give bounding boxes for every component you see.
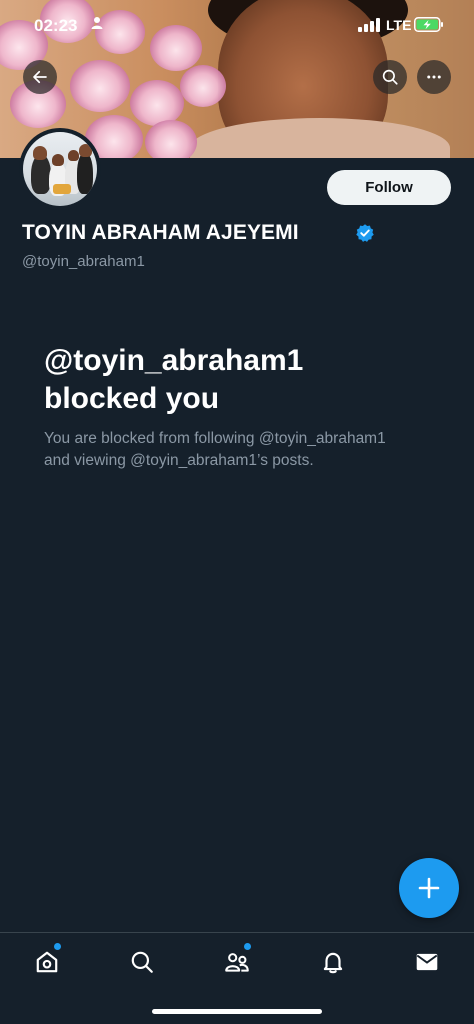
search-button[interactable] bbox=[373, 60, 407, 94]
back-button[interactable] bbox=[23, 60, 57, 94]
profile-display-name: TOYIN ABRAHAM AJEYEMI bbox=[22, 221, 299, 244]
follow-button[interactable]: Follow bbox=[327, 170, 451, 205]
mail-icon bbox=[416, 953, 438, 971]
more-options-button[interactable] bbox=[417, 60, 451, 94]
more-horizontal-icon bbox=[427, 75, 441, 79]
plus-icon bbox=[418, 877, 440, 899]
search-icon bbox=[382, 69, 398, 85]
blocked-title-handle: @toyin_abraham1 bbox=[44, 344, 304, 377]
bell-icon bbox=[323, 952, 343, 974]
blocked-title-text: blocked you bbox=[44, 382, 220, 415]
home-indicator bbox=[152, 1009, 322, 1014]
profile-screen: 02:23 LTE Follow TOYIN ABRAHAM AJEYEMI @… bbox=[0, 0, 474, 1024]
network-type: LTE bbox=[386, 17, 412, 33]
battery-charging-icon bbox=[414, 17, 444, 37]
person-icon bbox=[91, 16, 103, 35]
status-time: 02:23 bbox=[34, 16, 78, 35]
blocked-description-line1: You are blocked from following @toyin_ab… bbox=[44, 430, 386, 447]
blocked-description: You are blocked from following @toyin_ab… bbox=[44, 428, 454, 472]
cellular-signal-icon bbox=[358, 18, 380, 37]
arrow-left-icon bbox=[33, 70, 47, 84]
profile-handle: @toyin_abraham1 bbox=[22, 253, 145, 270]
communities-icon bbox=[225, 953, 249, 972]
nav-search[interactable] bbox=[127, 947, 157, 977]
home-icon bbox=[36, 951, 58, 973]
verified-badge-icon[interactable] bbox=[355, 223, 375, 248]
nav-messages[interactable] bbox=[412, 947, 442, 977]
home-notification-dot bbox=[54, 943, 61, 950]
nav-home[interactable] bbox=[32, 943, 62, 977]
compose-button[interactable] bbox=[399, 858, 459, 918]
search-icon bbox=[131, 951, 153, 973]
blocked-title: @toyin_abraham1 blocked you bbox=[44, 342, 444, 418]
profile-avatar[interactable] bbox=[19, 128, 101, 210]
blocked-description-line2: and viewing @toyin_abraham1’s posts. bbox=[44, 452, 314, 469]
nav-communities[interactable] bbox=[222, 943, 252, 977]
nav-notifications[interactable] bbox=[318, 947, 348, 977]
status-bar: 02:23 LTE bbox=[0, 0, 474, 52]
communities-notification-dot bbox=[244, 943, 251, 950]
